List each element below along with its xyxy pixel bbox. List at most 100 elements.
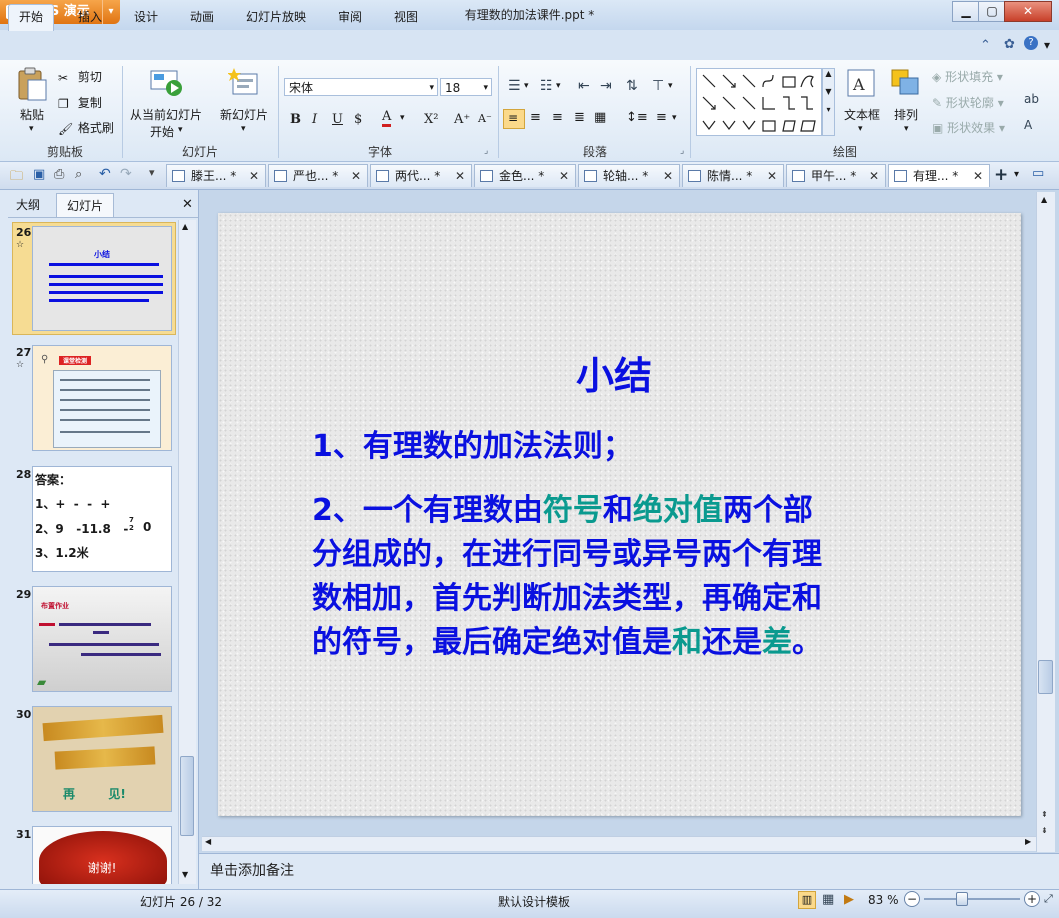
chevron-down-icon[interactable]: ▾ bbox=[672, 113, 677, 123]
print-preview-icon[interactable]: ⌕ bbox=[75, 167, 82, 182]
bold-icon[interactable]: B bbox=[290, 112, 301, 127]
line-spacing-icon[interactable]: ↕≡ bbox=[626, 110, 648, 125]
close-icon[interactable]: ✕ bbox=[869, 165, 879, 187]
zoom-out-icon[interactable]: − bbox=[904, 891, 920, 907]
chevron-down-icon[interactable]: ▾ bbox=[858, 124, 863, 134]
tab-view[interactable]: 视图 bbox=[394, 8, 418, 25]
help-icon[interactable]: ? bbox=[1024, 36, 1038, 50]
slide-vertical-scrollbar[interactable] bbox=[1036, 192, 1055, 852]
slide-body-line[interactable]: 2、一个有理数由符号和绝对值两个部 bbox=[312, 485, 813, 529]
superscript-icon[interactable]: X² bbox=[424, 112, 438, 127]
text-effects-icon[interactable]: A bbox=[1024, 118, 1032, 132]
new-slide-button[interactable]: 新幻灯片 bbox=[220, 106, 268, 123]
tab-review[interactable]: 审阅 bbox=[338, 8, 362, 25]
customize-toolbar-icon[interactable]: ▾ bbox=[149, 166, 155, 179]
shape-outline-button[interactable]: ✎ 形状轮廓 ▾ bbox=[932, 94, 1004, 111]
chevron-down-icon[interactable]: ▾ bbox=[668, 81, 673, 91]
slide-body-line[interactable]: 数相加，首先判断加法类型，再确定和 bbox=[312, 573, 822, 617]
font-size-select[interactable]: 18 ▾ bbox=[440, 78, 492, 96]
chevron-down-icon[interactable]: ▾ bbox=[524, 81, 529, 91]
text-direction-icon[interactable]: ⇅ bbox=[626, 78, 638, 94]
print-icon[interactable]: ⎙ bbox=[54, 167, 64, 182]
slide-body-line[interactable]: 1、有理数的加法法则； bbox=[312, 421, 633, 465]
paste-icon[interactable] bbox=[16, 66, 48, 102]
paste-button[interactable]: 粘贴 bbox=[20, 106, 44, 123]
window-layout-icon[interactable]: ▭ bbox=[1032, 166, 1044, 181]
shrink-font-icon[interactable]: A⁻ bbox=[478, 112, 492, 125]
tab-start[interactable]: 开始 bbox=[8, 4, 55, 31]
slide-thumbnail[interactable]: 布置作业 ▰ bbox=[32, 586, 172, 692]
align-right-icon[interactable]: ≡ bbox=[552, 110, 563, 125]
new-slide-icon[interactable] bbox=[227, 68, 260, 98]
shape-fill-button[interactable]: ◈ 形状填充 ▾ bbox=[932, 68, 1003, 85]
bullets-icon[interactable]: ☰ bbox=[508, 78, 521, 94]
play-from-current-icon[interactable] bbox=[150, 68, 184, 98]
slideshow-view-icon[interactable]: ▶ bbox=[844, 892, 854, 907]
close-icon[interactable]: ✕ bbox=[455, 165, 465, 187]
tab-slides[interactable]: 幻灯片 bbox=[56, 193, 115, 217]
tab-slideshow[interactable]: 幻灯片放映 bbox=[246, 8, 306, 25]
justify-icon[interactable]: ≣ bbox=[574, 110, 585, 125]
minimize-button[interactable]: ▁ bbox=[952, 1, 980, 22]
tab-animation[interactable]: 动画 bbox=[190, 8, 214, 25]
strikethrough-icon[interactable]: $ bbox=[354, 112, 362, 127]
redo-icon[interactable]: ↷ bbox=[120, 166, 132, 182]
text-tools-icon[interactable]: ab bbox=[1024, 92, 1039, 106]
normal-view-icon[interactable]: ▥ bbox=[798, 891, 816, 909]
scroll-left-icon[interactable]: ◀ bbox=[205, 837, 211, 846]
zoom-slider-thumb[interactable] bbox=[956, 892, 968, 906]
arrange-icon[interactable] bbox=[890, 68, 922, 98]
scroll-right-icon[interactable]: ▶ bbox=[1025, 837, 1031, 846]
document-tab[interactable]: 滕王... * ✕ bbox=[166, 164, 266, 187]
arrange-button[interactable]: 排列 bbox=[894, 106, 918, 123]
shape-effect-button[interactable]: ▣ 形状效果 ▾ bbox=[932, 119, 1005, 136]
collapse-ribbon-icon[interactable]: ⌃ bbox=[980, 38, 991, 53]
fit-to-window-icon[interactable]: ⤢ bbox=[1044, 892, 1053, 906]
shapes-gallery-scroll[interactable]: ▲ ▼ ▾ bbox=[822, 68, 835, 136]
scroll-up-icon[interactable]: ▲ bbox=[182, 222, 188, 231]
zoom-slider-track[interactable] bbox=[924, 898, 1020, 900]
slide-sorter-view-icon[interactable]: ▦ bbox=[822, 892, 834, 907]
document-tab[interactable]: 严也... * ✕ bbox=[268, 164, 368, 187]
slide-title[interactable]: 小结 bbox=[576, 345, 652, 400]
decrease-indent-icon[interactable]: ⇤ bbox=[578, 78, 590, 94]
paragraph-spacing-icon[interactable]: ≡ bbox=[656, 110, 667, 125]
save-icon[interactable]: ▣ bbox=[33, 167, 45, 182]
zoom-in-icon[interactable]: + bbox=[1024, 891, 1040, 907]
align-text-icon[interactable]: ⊤ bbox=[652, 78, 664, 94]
document-tab[interactable]: 两代... * ✕ bbox=[370, 164, 472, 187]
slide-thumbnail[interactable]: 答案： 1、+ - - + 2、9 -11.8 - 72 0 3、1.2米 bbox=[32, 466, 172, 572]
document-tab[interactable]: 陈情... * ✕ bbox=[682, 164, 784, 187]
slide-thumbnail[interactable]: ⚲ 课堂检测 bbox=[32, 345, 172, 451]
slide-thumbnail[interactable]: 再 见! bbox=[32, 706, 172, 812]
paste-dropdown-icon[interactable]: ▾ bbox=[29, 124, 34, 134]
align-left-button[interactable]: ≡ bbox=[503, 109, 525, 129]
increase-indent-icon[interactable]: ⇥ bbox=[600, 78, 612, 94]
document-tab-active[interactable]: 有理... * ✕ bbox=[888, 164, 990, 187]
chevron-down-icon[interactable]: ▾ bbox=[400, 113, 405, 123]
document-tab[interactable]: 甲午... * ✕ bbox=[786, 164, 886, 187]
shapes-gallery[interactable] bbox=[696, 68, 822, 136]
align-center-icon[interactable]: ≡ bbox=[530, 110, 541, 125]
paragraph-dialog-launcher-icon[interactable]: ⌟ bbox=[680, 146, 684, 156]
slide-thumbnail[interactable]: 小结 bbox=[32, 226, 172, 331]
format-painter-button[interactable]: 🖌 格式刷 bbox=[58, 119, 114, 136]
tab-outline[interactable]: 大纲 bbox=[16, 193, 40, 217]
close-icon[interactable]: ✕ bbox=[351, 165, 361, 187]
scroll-down-icon[interactable]: ▼ bbox=[182, 870, 188, 879]
copy-button[interactable]: ❐ 复制 bbox=[58, 94, 102, 111]
underline-icon[interactable]: U bbox=[332, 112, 343, 127]
play-from-current-label-1[interactable]: 从当前幻灯片 bbox=[130, 106, 202, 123]
skin-icon[interactable]: ✿ bbox=[1004, 37, 1015, 52]
close-icon[interactable]: ✕ bbox=[663, 165, 673, 187]
minimize-ribbon-icon[interactable]: ▾ bbox=[1044, 38, 1050, 52]
tab-insert[interactable]: 插入 bbox=[78, 8, 102, 25]
close-button[interactable]: ✕ bbox=[1004, 1, 1052, 22]
font-dialog-launcher-icon[interactable]: ⌟ bbox=[484, 146, 488, 156]
chevron-down-icon[interactable]: ▾ bbox=[178, 125, 183, 135]
close-icon[interactable]: ✕ bbox=[973, 165, 983, 187]
document-tab[interactable]: 金色... * ✕ bbox=[474, 164, 576, 187]
slide-horizontal-scrollbar[interactable] bbox=[202, 836, 1036, 851]
numbering-icon[interactable]: ☷ bbox=[540, 78, 553, 94]
play-from-current-label-2[interactable]: 开始 bbox=[150, 123, 174, 140]
